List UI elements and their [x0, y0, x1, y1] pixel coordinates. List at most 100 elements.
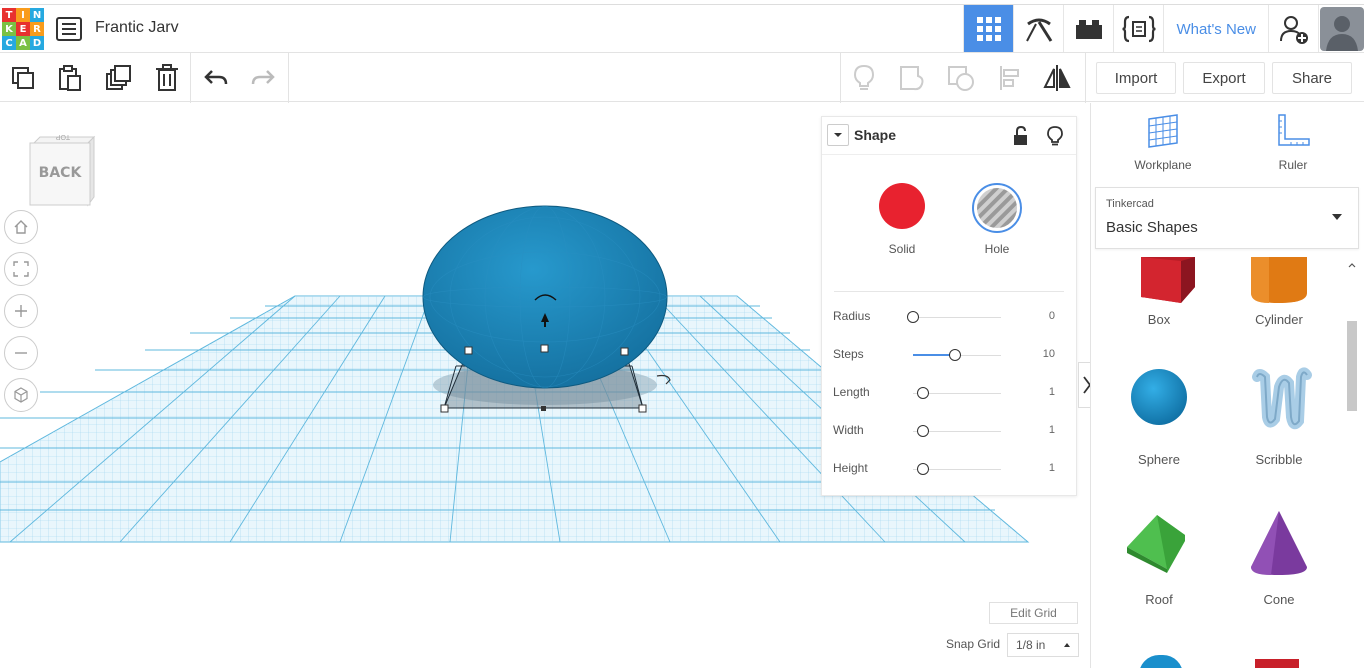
logo-letter: D	[30, 36, 44, 50]
shapes-scrollbar[interactable]	[1347, 257, 1357, 668]
hole-label: Hole	[984, 242, 1010, 256]
whats-new-link[interactable]: What's New	[1163, 5, 1268, 53]
unlock-icon	[1014, 125, 1027, 145]
tinkercad-editor: TINKERCAD Frantic Jarv What's New Import…	[0, 0, 1364, 668]
bricks-button[interactable]	[1063, 5, 1113, 53]
snap-grid-value: 1/8 in	[1016, 638, 1046, 652]
undo-icon	[204, 70, 228, 85]
workplane-label: Workplane	[1134, 158, 1192, 172]
invite-user-button[interactable]	[1268, 5, 1318, 53]
duplicate-button[interactable]	[102, 61, 136, 95]
redo-icon	[251, 70, 275, 85]
slider-knob[interactable]	[949, 349, 962, 361]
design-title[interactable]: Frantic Jarv	[95, 19, 179, 37]
slider-knob[interactable]	[907, 311, 919, 323]
fit-icon	[13, 261, 29, 277]
trash-icon	[156, 64, 178, 91]
property-length: Length 1	[833, 383, 1065, 403]
undo-button[interactable]	[199, 61, 233, 95]
shape-box[interactable]: Box	[1109, 257, 1209, 337]
snap-grid-select[interactable]: 1/8 in	[1007, 633, 1079, 657]
lock-button[interactable]	[1012, 125, 1030, 146]
solid-swatch[interactable]	[879, 183, 925, 229]
library-category: Tinkercad	[1106, 198, 1154, 210]
view-cube[interactable]: BACK TOP	[28, 133, 96, 209]
ruler-tool[interactable]: Ruler	[1243, 113, 1343, 172]
perspective-button[interactable]	[4, 378, 38, 412]
shape-partial[interactable]	[1255, 659, 1299, 668]
ellipsoid-shape[interactable]	[422, 205, 668, 389]
ruler-label: Ruler	[1278, 158, 1308, 172]
shape-partial[interactable]	[1139, 655, 1183, 668]
lightbulb-icon	[1047, 126, 1063, 146]
add-user-icon	[1279, 16, 1308, 44]
grid-view-button[interactable]	[963, 5, 1014, 53]
export-button[interactable]: Export	[1183, 62, 1265, 94]
notes-button[interactable]	[847, 61, 881, 95]
home-view-button[interactable]	[4, 210, 38, 244]
solid-option[interactable]: Solid	[872, 183, 932, 256]
property-value[interactable]: 0	[1049, 310, 1055, 322]
shapes-grid: Box Cylinder Sphere Scribble Roof Cone	[1091, 257, 1364, 668]
shape-sphere[interactable]: Sphere	[1109, 367, 1209, 467]
plus-icon	[15, 305, 27, 317]
paste-button[interactable]	[53, 61, 87, 95]
avatar[interactable]	[1318, 5, 1364, 53]
slider-knob[interactable]	[916, 463, 929, 475]
logo-letter: A	[16, 36, 30, 50]
shape-roof[interactable]: Roof	[1109, 507, 1209, 607]
shape-cylinder[interactable]: Cylinder	[1229, 257, 1329, 337]
workplane-icon	[1148, 114, 1178, 148]
cone-shape-icon	[1251, 511, 1307, 575]
bricks-icon	[1075, 20, 1102, 39]
shape-cone[interactable]: Cone	[1229, 507, 1329, 607]
property-value[interactable]: 1	[1049, 462, 1055, 474]
pickaxe-button[interactable]	[1013, 5, 1063, 53]
codeblocks-button[interactable]	[1113, 5, 1163, 53]
home-icon	[14, 220, 28, 234]
property-value[interactable]: 1	[1049, 386, 1055, 398]
hole-option[interactable]: Hole	[967, 183, 1027, 256]
redo-button[interactable]	[246, 61, 280, 95]
ungroup-button[interactable]	[944, 61, 978, 95]
slider-track[interactable]	[913, 317, 1001, 318]
shape-inspector: Shape Solid Hole Radius 0 Steps 10 Lengt…	[821, 116, 1077, 496]
shape-library-dropdown[interactable]: Tinkercad Basic Shapes	[1095, 187, 1359, 249]
minus-icon	[15, 352, 27, 354]
hole-swatch[interactable]	[972, 183, 1022, 233]
slider-knob[interactable]	[916, 387, 929, 399]
copy-button[interactable]	[6, 61, 40, 95]
design-list-icon[interactable]	[56, 17, 82, 41]
import-button[interactable]: Import	[1096, 62, 1176, 94]
property-value[interactable]: 1	[1049, 424, 1055, 436]
zoom-in-button[interactable]	[4, 294, 38, 328]
scroll-thumb[interactable]	[1347, 321, 1357, 411]
collapse-button[interactable]	[827, 124, 849, 146]
copy-icon	[12, 67, 34, 89]
property-height: Height 1	[833, 459, 1065, 479]
hide-button[interactable]	[1046, 126, 1064, 146]
scroll-up-icon[interactable]	[1347, 260, 1357, 270]
zoom-out-button[interactable]	[4, 336, 38, 370]
property-label: Length	[833, 385, 870, 399]
property-value[interactable]: 10	[1043, 348, 1055, 360]
nav-right: What's New	[963, 5, 1364, 53]
shape-label: Roof	[1145, 592, 1173, 607]
shape-scribble[interactable]: Scribble	[1229, 367, 1329, 467]
workplane-tool[interactable]: Workplane	[1113, 113, 1213, 172]
edit-grid-button[interactable]: Edit Grid	[989, 602, 1078, 624]
share-button[interactable]: Share	[1272, 62, 1352, 94]
logo-letter: E	[16, 22, 30, 36]
property-steps: Steps 10	[833, 345, 1065, 365]
mirror-button[interactable]	[1040, 61, 1074, 95]
delete-button[interactable]	[150, 61, 184, 95]
ruler-icon	[1278, 114, 1310, 146]
cube-icon	[14, 387, 28, 403]
codeblocks-icon	[1122, 15, 1156, 43]
fit-view-button[interactable]	[4, 252, 38, 286]
dropdown-caret-icon	[1332, 214, 1342, 220]
slider-knob[interactable]	[916, 425, 929, 437]
align-button[interactable]	[993, 61, 1027, 95]
group-button[interactable]	[895, 61, 929, 95]
tinkercad-logo[interactable]: TINKERCAD	[2, 8, 44, 50]
